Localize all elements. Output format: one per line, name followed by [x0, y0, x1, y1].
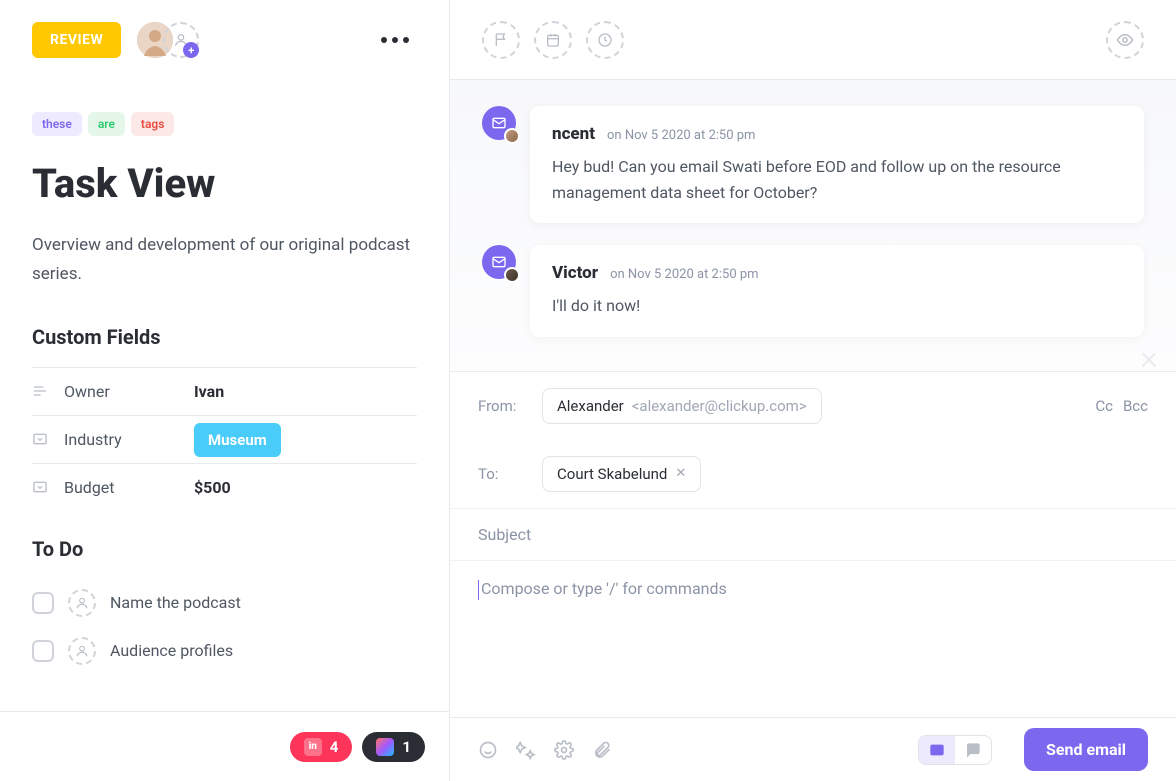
- custom-fields-heading: Custom Fields: [32, 325, 417, 349]
- checkbox[interactable]: [32, 592, 54, 614]
- compose-body[interactable]: Compose or type '/' for commands: [450, 561, 1176, 717]
- todo-item[interactable]: Audience profiles: [32, 627, 417, 675]
- email-mode-icon[interactable]: [919, 736, 955, 764]
- from-email: <alexander@clickup.com>: [632, 397, 807, 415]
- text-field-icon: [32, 383, 50, 399]
- message-author: Victor: [552, 263, 598, 283]
- more-menu-button[interactable]: [373, 29, 417, 51]
- tag[interactable]: tags: [131, 112, 174, 136]
- assign-todo-button[interactable]: [68, 637, 96, 665]
- comment-mode-icon[interactable]: [955, 736, 991, 764]
- body-placeholder: Compose or type '/' for commands: [481, 579, 727, 598]
- dropdown-field-icon: [32, 479, 50, 495]
- figma-icon: [376, 738, 394, 756]
- plus-icon: +: [183, 42, 199, 58]
- status-pill[interactable]: REVIEW: [32, 22, 121, 58]
- close-compose-button[interactable]: ×: [1140, 338, 1158, 378]
- invision-icon: in: [304, 738, 322, 756]
- message-timestamp: on Nov 5 2020 at 2:50 pm: [610, 267, 758, 282]
- task-title[interactable]: Task View: [32, 160, 417, 207]
- assign-todo-button[interactable]: [68, 589, 96, 617]
- custom-field-owner[interactable]: Owner Ivan: [32, 367, 417, 415]
- todo-text: Audience profiles: [110, 641, 233, 660]
- figma-chip[interactable]: 1: [362, 732, 425, 762]
- emoji-button[interactable]: [478, 740, 498, 760]
- mode-toggle[interactable]: [918, 735, 992, 765]
- todo-heading: To Do: [32, 537, 417, 561]
- checkbox[interactable]: [32, 640, 54, 662]
- custom-field-industry[interactable]: Industry Museum: [32, 415, 417, 463]
- todo-text: Name the podcast: [110, 593, 241, 612]
- send-email-button[interactable]: Send email: [1024, 728, 1148, 771]
- field-label: Owner: [64, 382, 194, 401]
- priority-button[interactable]: [482, 21, 520, 59]
- subject-input[interactable]: [478, 525, 1148, 544]
- from-name: Alexander: [557, 397, 624, 415]
- attachment-button[interactable]: [592, 740, 612, 760]
- message-avatar: [482, 245, 516, 279]
- tag[interactable]: are: [88, 112, 125, 136]
- to-label: To:: [478, 465, 528, 483]
- message-body: Hey bud! Can you email Swati before EOD …: [552, 154, 1122, 205]
- remove-recipient-icon[interactable]: ✕: [675, 466, 686, 481]
- chip-count: 4: [330, 738, 339, 756]
- todo-item[interactable]: Name the podcast: [32, 579, 417, 627]
- bcc-button[interactable]: Bcc: [1123, 397, 1148, 415]
- from-label: From:: [478, 397, 528, 415]
- watchers-button[interactable]: [1106, 21, 1144, 59]
- to-name: Court Skabelund: [557, 465, 667, 483]
- field-label: Industry: [64, 430, 194, 449]
- message-body: I'll do it now!: [552, 293, 1122, 319]
- message-card[interactable]: Victor on Nov 5 2020 at 2:50 pm I'll do …: [530, 245, 1144, 337]
- from-token[interactable]: Alexander <alexander@clickup.com>: [542, 388, 822, 424]
- custom-field-budget[interactable]: Budget $500: [32, 463, 417, 511]
- field-value: Museum: [194, 423, 281, 457]
- dropdown-field-icon: [32, 431, 50, 447]
- add-assignee-button[interactable]: +: [163, 22, 199, 58]
- message-card[interactable]: ncent on Nov 5 2020 at 2:50 pm Hey bud! …: [530, 106, 1144, 223]
- settings-button[interactable]: [554, 740, 574, 760]
- to-token[interactable]: Court Skabelund ✕: [542, 456, 701, 492]
- date-button[interactable]: [534, 21, 572, 59]
- message-timestamp: on Nov 5 2020 at 2:50 pm: [607, 128, 755, 143]
- time-button[interactable]: [586, 21, 624, 59]
- chip-count: 1: [402, 738, 411, 756]
- message-author: ncent: [552, 124, 595, 144]
- ai-button[interactable]: [516, 740, 536, 760]
- field-value: $500: [194, 478, 231, 497]
- field-value: Ivan: [194, 382, 224, 401]
- field-label: Budget: [64, 478, 194, 497]
- invision-chip[interactable]: in 4: [290, 732, 353, 762]
- cc-button[interactable]: Cc: [1095, 397, 1113, 415]
- message-avatar: [482, 106, 516, 140]
- tag[interactable]: these: [32, 112, 82, 136]
- task-description[interactable]: Overview and development of our original…: [32, 231, 417, 289]
